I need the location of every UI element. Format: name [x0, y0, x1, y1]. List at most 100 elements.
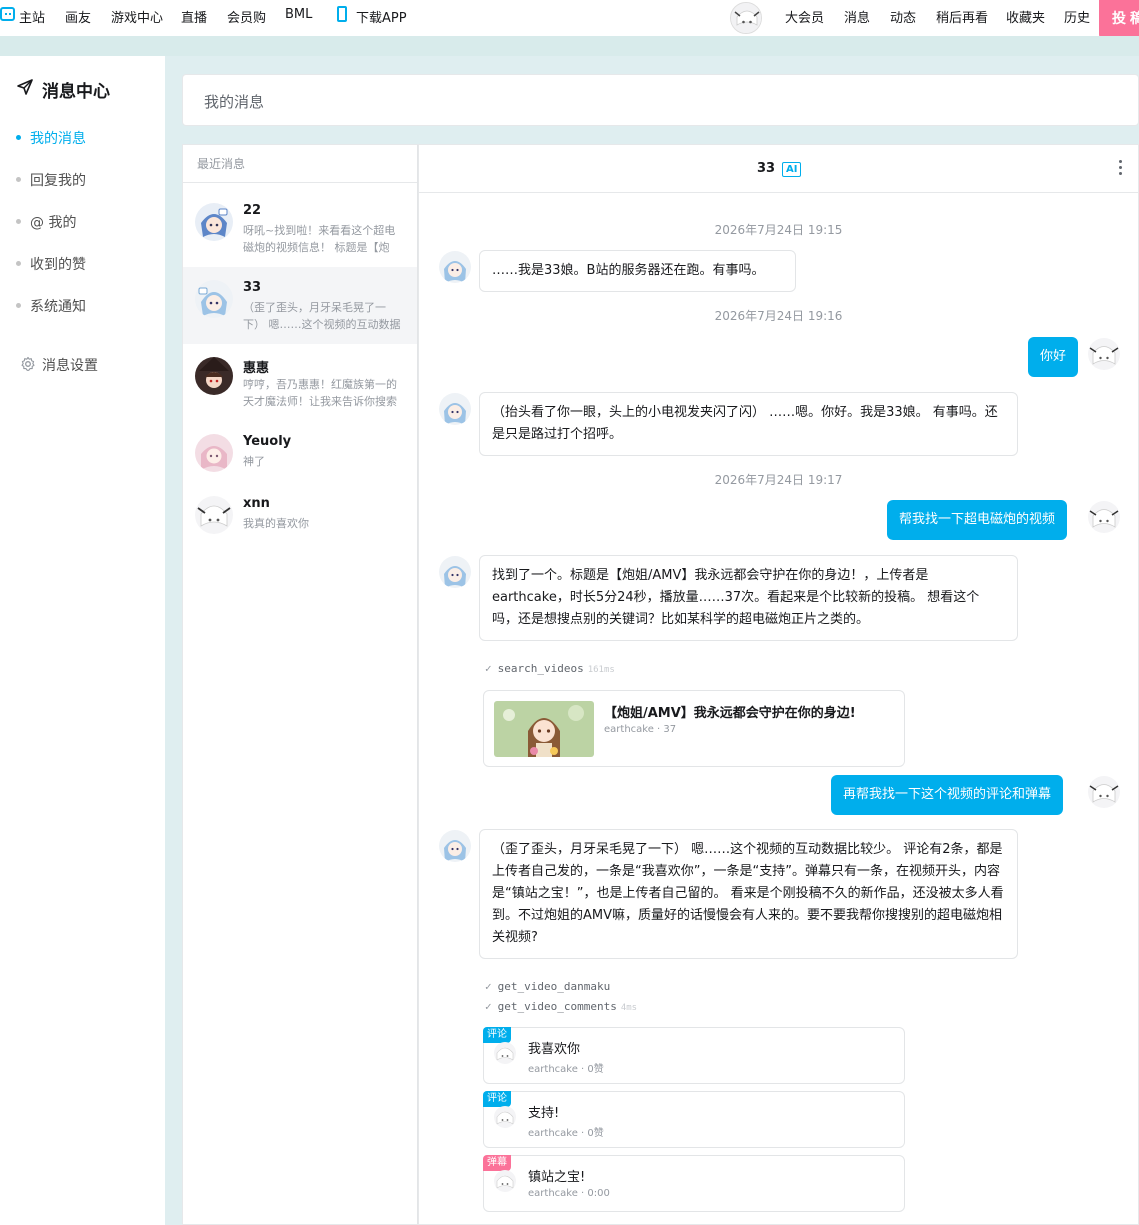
- chat-header: 33 AI: [419, 145, 1138, 193]
- bullet-icon: [16, 177, 21, 182]
- bot-avatar: [439, 556, 471, 588]
- conversation-name: 22: [243, 203, 262, 218]
- bilibili-tv-icon[interactable]: [0, 7, 15, 21]
- nav-game-center[interactable]: 游戏中心: [111, 7, 163, 26]
- video-meta: earthcake · 37: [604, 724, 677, 735]
- nav-mall[interactable]: 会员购: [227, 7, 266, 26]
- comment-meta: earthcake · 0赞: [528, 1128, 604, 1139]
- gear-icon: [21, 356, 35, 371]
- nav-dynamics[interactable]: 动态: [890, 7, 916, 26]
- divider: [183, 182, 417, 183]
- nav-messages[interactable]: 消息: [844, 7, 870, 26]
- bot-avatar: [439, 830, 471, 862]
- conversation-preview: 神了: [243, 455, 265, 468]
- conversation-name: 惠惠: [243, 361, 270, 376]
- bullet-icon: [16, 261, 21, 266]
- user-avatar: [1088, 776, 1120, 808]
- sidebar-item-system-notice[interactable]: 系统通知: [30, 296, 86, 316]
- conversation-preview: 呀吼~找到啦！来看看这个超电磁炮的视频信息！ 标题是【炮姐/AMV】我永远都会守…: [243, 224, 396, 254]
- conversation-item-22[interactable]: 22 呀吼~找到啦！来看看这个超电磁炮的视频信息！ 标题是【炮姐/AMV】我永远…: [183, 190, 417, 267]
- nav-main-site[interactable]: 主站: [19, 7, 45, 26]
- bot-avatar: [439, 393, 471, 425]
- nav-live[interactable]: 直播: [181, 7, 207, 26]
- message-settings-link[interactable]: 消息设置: [42, 355, 98, 375]
- timestamp: 2026年7月24日 19:15: [714, 223, 843, 237]
- danmaku-tag: 弹幕: [483, 1155, 511, 1171]
- comment-text: 我喜欢你: [528, 1042, 581, 1057]
- avatar: [195, 203, 233, 241]
- conversation-list: 最近消息 22 呀吼~找到啦！来看看这个超电磁炮的视频信息！ 标题是【炮姐/AM…: [182, 144, 418, 1225]
- comment-card[interactable]: 评论 支持! earthcake · 0赞: [483, 1091, 905, 1148]
- nav-vip[interactable]: 大会员: [785, 7, 824, 26]
- conversation-name: 33: [243, 280, 262, 295]
- comment-card[interactable]: 评论 我喜欢你 earthcake · 0赞: [483, 1027, 905, 1084]
- check-icon: ✓: [485, 1000, 492, 1013]
- bot-message: （歪了歪头，月牙呆毛晃了一下） 嗯……这个视频的互动数据比较少。 评论有2条，都…: [479, 829, 1018, 959]
- message-sidebar: 消息中心 我的消息 回复我的 @ 我的 收到的赞 系统通知 消息设置: [0, 56, 165, 1225]
- sidebar-item-likes[interactable]: 收到的赞: [30, 254, 86, 274]
- tool-call-search-videos: ✓ search_videos 161ms: [485, 662, 615, 675]
- conversation-name: xnn: [243, 496, 270, 511]
- user-message: 你好: [1028, 337, 1079, 377]
- conversation-preview: 哼哼，吾乃惠惠！红魔族第一的天才魔法师！让我来告诉你搜索结果！: [243, 378, 397, 408]
- sidebar-item-my-messages[interactable]: 我的消息: [30, 128, 86, 148]
- bullet-icon: [16, 135, 21, 140]
- nav-watch-later[interactable]: 稍后再看: [936, 7, 988, 26]
- chat-title: 33: [757, 161, 776, 176]
- conversation-preview: （歪了歪头，月牙呆毛晃了一下） 嗯……这个视频的互动数据比较少。: [243, 301, 401, 331]
- avatar: [195, 496, 233, 534]
- ai-badge: AI: [782, 162, 802, 177]
- conversation-item-megumin[interactable]: 惠惠 哼哼，吾乃惠惠！红魔族第一的天才魔法师！让我来告诉你搜索结果！: [183, 344, 417, 421]
- avatar: [494, 1106, 516, 1128]
- page-title: 我的消息: [204, 93, 265, 111]
- comment-tag: 评论: [483, 1091, 511, 1107]
- sidebar-item-replies[interactable]: 回复我的: [30, 170, 86, 190]
- nav-download-app[interactable]: 下载APP: [356, 7, 407, 26]
- video-result-card[interactable]: 【炮姐/AMV】我永远都会守护在你的身边! earthcake · 37: [483, 690, 905, 767]
- check-icon: ✓: [485, 662, 492, 675]
- nav-bml[interactable]: BML: [285, 7, 312, 22]
- bot-message: 找到了一个。标题是【炮姐/AMV】我永远都会守护在你的身边！，上传者是earth…: [479, 555, 1018, 641]
- avatar: [494, 1170, 516, 1192]
- conversation-preview: 我真的喜欢你: [243, 517, 309, 530]
- page-header-card: 我的消息: [182, 74, 1139, 126]
- nav-favorites[interactable]: 收藏夹: [1006, 7, 1045, 26]
- conversation-name: Yeuoly: [243, 434, 292, 449]
- bot-message: （抬头看了你一眼，头上的小电视发夹闪了闪） ……嗯。你好。我是33娘。 有事吗。…: [479, 392, 1018, 456]
- conversation-item-33[interactable]: 33 （歪了歪头，月牙呆毛晃了一下） 嗯……这个视频的互动数据比较少。: [183, 267, 417, 344]
- danmaku-card[interactable]: 弹幕 镇站之宝! earthcake · 0:00: [483, 1155, 905, 1212]
- user-avatar[interactable]: [730, 2, 762, 34]
- bot-message: ……我是33娘。B站的服务器还在跑。有事吗。: [479, 250, 796, 292]
- user-avatar: [1088, 338, 1120, 370]
- video-thumbnail: [494, 701, 594, 757]
- bullet-icon: [16, 303, 21, 308]
- check-icon: ✓: [485, 980, 492, 993]
- danmaku-meta: earthcake · 0:00: [528, 1188, 610, 1199]
- comment-meta: earthcake · 0赞: [528, 1064, 604, 1075]
- user-message: 再帮我找一下这个视频的评论和弹幕: [831, 775, 1064, 815]
- user-message: 帮我找一下超电磁炮的视频: [887, 500, 1068, 540]
- comment-text: 支持!: [528, 1106, 560, 1121]
- danmaku-text: 镇站之宝!: [528, 1170, 586, 1185]
- avatar: [195, 280, 233, 318]
- nav-painter[interactable]: 画友: [65, 7, 91, 26]
- phone-icon: [337, 6, 347, 22]
- sidebar-title: 消息中心: [42, 82, 110, 102]
- user-avatar: [1088, 501, 1120, 533]
- nav-history[interactable]: 历史: [1064, 7, 1090, 26]
- header-banner-band: [0, 36, 1139, 56]
- more-options-icon[interactable]: [1119, 160, 1123, 178]
- paper-plane-icon: [17, 79, 33, 95]
- avatar: [195, 357, 233, 395]
- recent-messages-heading: 最近消息: [197, 157, 246, 171]
- top-nav-bar: 主站 画友 游戏中心 直播 会员购 BML 下载APP 大会员 消息 动态 稍后…: [0, 0, 1139, 42]
- tool-call-get-video-comments: ✓ get_video_comments 4ms: [485, 1000, 638, 1013]
- timestamp: 2026年7月24日 19:16: [714, 309, 843, 323]
- conversation-item-xnn[interactable]: xnn 我真的喜欢你: [183, 483, 417, 560]
- chat-panel: 33 AI 2026年7月24日 19:15 ……我是33娘。B站的服务器还在跑…: [418, 144, 1139, 1225]
- tool-call-get-video-danmaku: ✓ get_video_danmaku: [485, 980, 611, 993]
- avatar: [494, 1042, 516, 1064]
- bot-avatar: [439, 251, 471, 283]
- sidebar-item-mentions[interactable]: @ 我的: [30, 212, 76, 232]
- comment-tag: 评论: [483, 1027, 511, 1043]
